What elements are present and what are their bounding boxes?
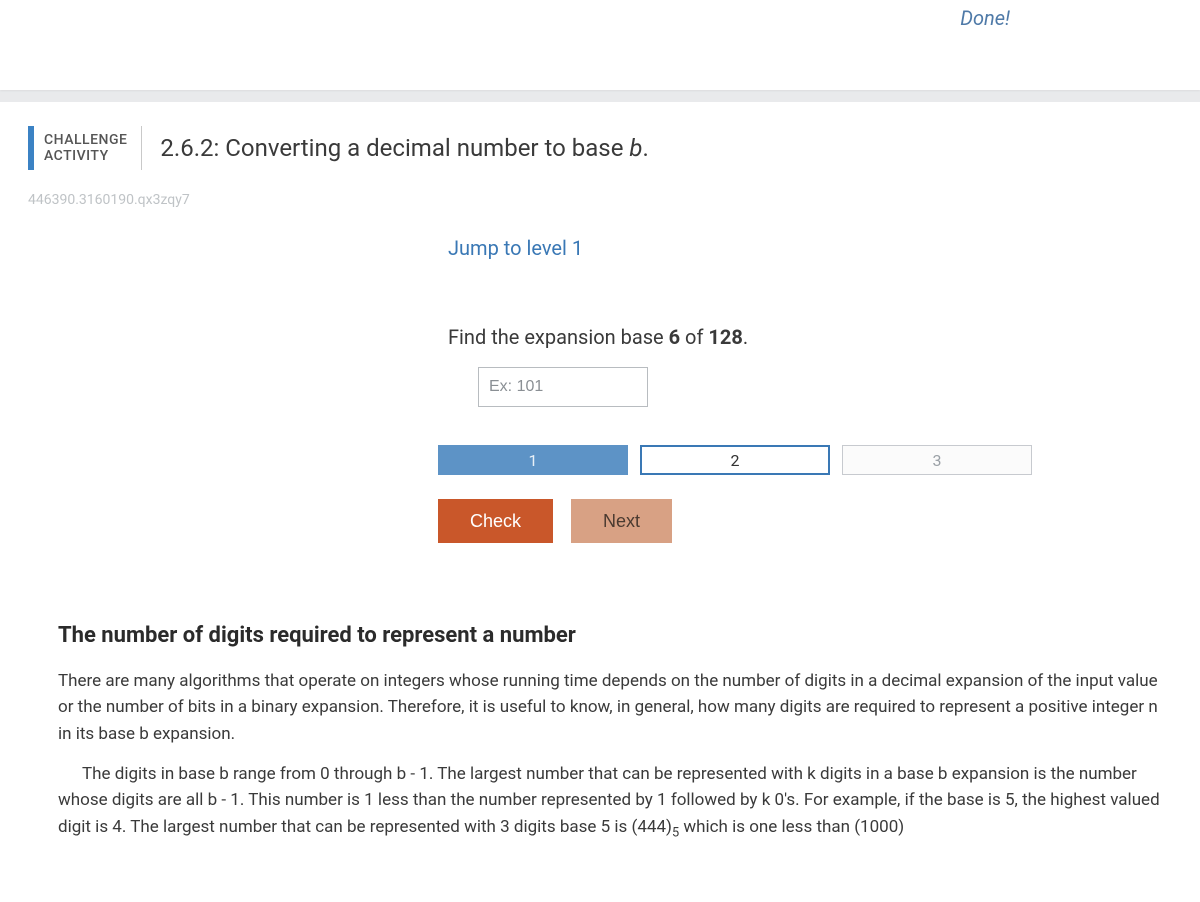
challenge-header: CHALLENGE ACTIVITY 2.6.2: Converting a d… [28,126,1172,170]
answer-input[interactable] [478,367,648,407]
challenge-tag-line1: CHALLENGE [44,132,127,148]
prompt-mid: of [680,325,708,349]
step-3[interactable]: 3 [842,445,1032,475]
button-row: Check Next [438,499,1172,543]
prompt-value: 128 [708,325,742,349]
prompt-prefix: Find the expansion base [448,325,669,349]
section-heading: The number of digits required to represe… [58,623,1172,648]
challenge-tag: CHALLENGE ACTIVITY [28,126,142,170]
challenge-title-suffix: . [642,134,648,162]
tracking-code: 446390.3160190.qx3zqy7 [28,192,1172,208]
challenge-title-var: b [629,134,642,162]
jump-to-level-link[interactable]: Jump to level 1 [448,236,583,260]
section-para-2: The digits in base b range from 0 throug… [58,761,1172,843]
challenge-title: 2.6.2: Converting a decimal number to ba… [160,134,648,162]
next-button[interactable]: Next [571,499,672,543]
content-card: CHALLENGE ACTIVITY 2.6.2: Converting a d… [0,102,1200,902]
challenge-number: 2.6.2: [160,134,219,162]
challenge-tag-line2: ACTIVITY [44,148,127,164]
step-2[interactable]: 2 [640,445,830,475]
section-para-1: There are many algorithms that operate o… [58,668,1172,747]
activity-body: Jump to level 1 Find the expansion base … [28,236,1172,843]
prompt-base: 6 [669,325,680,349]
para2-b: which is one less than (1000) [679,817,904,837]
prompt-suffix: . [743,325,748,349]
challenge-title-text: Converting a decimal number to base [225,134,629,162]
prompt-text: Find the expansion base 6 of 128. [448,325,1172,349]
done-status: Done! [960,6,1010,30]
para2-a: The digits in base b range from 0 throug… [58,764,1160,837]
top-banner: Done! [0,0,1200,90]
step-1[interactable]: 1 [438,445,628,475]
check-button[interactable]: Check [438,499,553,543]
level-steps: 1 2 3 [438,445,1172,475]
